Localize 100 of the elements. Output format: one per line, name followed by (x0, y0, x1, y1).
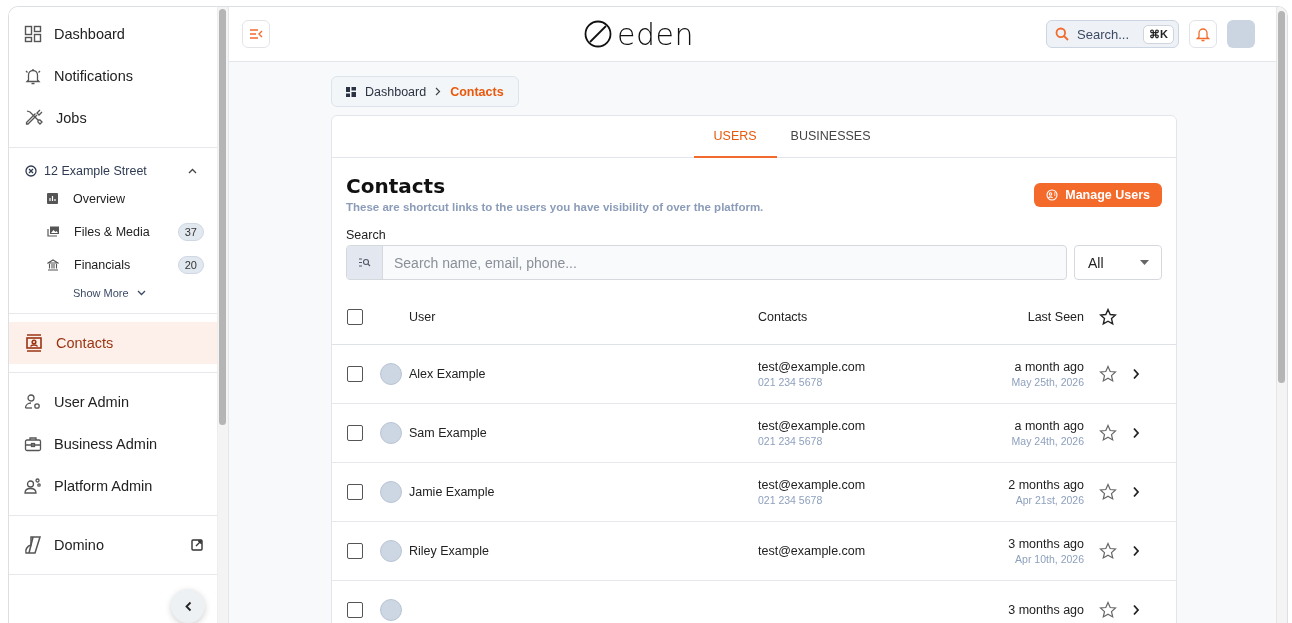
last-seen-date: May 24th, 2026 (1011, 435, 1084, 447)
close-circle-icon (25, 165, 37, 177)
count-badge: 20 (177, 255, 204, 274)
nav-item[interactable]: User Admin (9, 381, 217, 423)
images-icon (47, 226, 59, 237)
tab[interactable]: BUSINESSES (776, 116, 885, 158)
star-icon[interactable] (1099, 308, 1117, 326)
user-circle-icon (1046, 189, 1059, 201)
avatar (380, 422, 402, 444)
user-name: Alex Example (409, 367, 486, 381)
user-settings-icon (24, 393, 42, 411)
avatar (380, 540, 402, 562)
last-seen-text: 2 months ago (1008, 478, 1084, 492)
scrollbar-thumb[interactable] (219, 9, 226, 425)
page-title: Contacts (346, 174, 447, 198)
star-icon[interactable] (1099, 542, 1117, 560)
scrollbar-thumb[interactable] (1278, 11, 1285, 383)
chart-icon (47, 193, 58, 204)
sidebar-toggle-button[interactable] (242, 20, 270, 48)
domino-logo-icon (24, 535, 42, 555)
chevron-right-icon[interactable] (1132, 545, 1140, 557)
dashboard-icon (24, 25, 42, 43)
chevron-right-icon[interactable] (1132, 368, 1140, 380)
chevron-right-icon[interactable] (1132, 604, 1140, 616)
last-seen-date: Apr 10th, 2026 (1015, 553, 1084, 565)
search-icon (1055, 27, 1070, 41)
email-text: test@example.com (758, 544, 867, 558)
breadcrumb-link[interactable]: Dashboard (365, 84, 427, 99)
nav-item[interactable]: Business Admin (9, 423, 217, 465)
dropdown-caret-icon (1140, 260, 1149, 265)
star-icon[interactable] (1099, 601, 1117, 619)
sub-nav-item[interactable]: Financials 20 (9, 248, 217, 281)
bell-icon (1196, 26, 1210, 42)
nav-item[interactable]: Notifications (9, 55, 217, 97)
avatar (380, 481, 402, 503)
row-checkbox[interactable] (347, 425, 363, 441)
email-text: test@example.com (758, 419, 867, 433)
user-name: Jamie Example (409, 485, 495, 499)
show-more-link[interactable]: Show More (9, 281, 217, 305)
avatar (380, 599, 402, 621)
email-text: test@example.com (758, 478, 867, 492)
external-link-icon[interactable] (191, 539, 203, 551)
chevron-right-icon (435, 87, 442, 96)
search-icon (358, 258, 371, 267)
bank-icon (47, 258, 59, 271)
last-seen-text: a month ago (1014, 360, 1084, 374)
nav-item[interactable]: Platform Admin (9, 465, 217, 507)
logo-icon (583, 19, 613, 49)
column-header[interactable]: User (409, 310, 436, 324)
nav-item[interactable]: Contacts (9, 322, 217, 364)
last-seen-text: a month ago (1014, 419, 1084, 433)
contact-card-icon (24, 333, 44, 353)
star-icon[interactable] (1099, 424, 1117, 442)
sub-nav-item[interactable]: Files & Media 37 (9, 215, 217, 248)
chevron-right-icon[interactable] (1132, 486, 1140, 498)
last-seen-date: Apr 21st, 2026 (1015, 494, 1084, 506)
property-header[interactable]: 12 Example Street (9, 158, 217, 182)
tools-icon (24, 108, 44, 128)
bell-icon (24, 67, 42, 85)
nav-item[interactable]: Jobs (9, 97, 217, 139)
shortcut-key: ⌘K (1143, 24, 1174, 44)
row-checkbox[interactable] (347, 602, 363, 618)
logo-wordmark: eden (617, 16, 694, 52)
nav-item[interactable]: Domino (9, 524, 217, 566)
user-name: Riley Example (409, 544, 489, 558)
avatar (380, 363, 402, 385)
notifications-button[interactable] (1189, 20, 1217, 48)
chevron-down-icon (136, 290, 146, 296)
search-label: Search (346, 228, 387, 242)
phone-text: 021 234 5678 (758, 376, 824, 388)
sub-nav-item[interactable]: Overview (9, 182, 217, 215)
star-icon[interactable] (1099, 483, 1117, 501)
tab[interactable]: USERS (693, 116, 777, 158)
star-icon[interactable] (1099, 365, 1117, 383)
admin-user-icon (24, 477, 42, 495)
phone-text: 021 234 5678 (758, 494, 824, 506)
global-search-input[interactable]: Search... (1077, 26, 1136, 42)
column-header[interactable]: Contacts (758, 310, 808, 324)
dashboard-icon (346, 86, 356, 97)
row-checkbox[interactable] (347, 543, 363, 559)
briefcase-icon (24, 435, 42, 453)
chevron-up-icon[interactable] (188, 168, 197, 174)
select-all-checkbox[interactable] (347, 309, 363, 325)
chevron-left-icon (184, 600, 192, 612)
row-checkbox[interactable] (347, 366, 363, 382)
row-checkbox[interactable] (347, 484, 363, 500)
nav-item[interactable]: Dashboard (9, 13, 217, 55)
global-search-field[interactable]: Search... ⌘K (1046, 20, 1179, 48)
last-seen-text: 3 months ago (1008, 603, 1084, 617)
user-name: Sam Example (409, 426, 487, 440)
collapse-sidebar-button[interactable] (171, 589, 205, 623)
page-subtitle: These are shortcut links to the users you have visibility of over the platform. (346, 201, 764, 213)
count-badge: 37 (177, 222, 204, 241)
phone-text: 021 234 5678 (758, 435, 824, 447)
filter-dropdown[interactable]: All (1074, 245, 1162, 280)
last-seen-text: 3 months ago (1008, 537, 1084, 551)
column-header[interactable]: Last Seen (1027, 310, 1084, 324)
chevron-right-icon[interactable] (1132, 427, 1140, 439)
email-text: test@example.com (758, 360, 867, 374)
sidebar-toggle-icon (249, 29, 263, 39)
